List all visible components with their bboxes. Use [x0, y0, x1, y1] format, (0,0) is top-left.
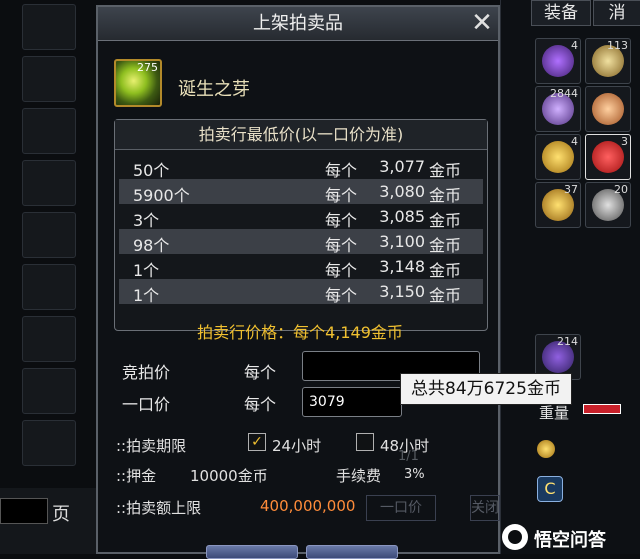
- buyout-price-input[interactable]: 3079: [302, 387, 402, 417]
- cancel-button[interactable]: [306, 545, 398, 559]
- tab-equipment[interactable]: 装备: [531, 0, 591, 26]
- watermark-text: 悟空问答: [534, 530, 606, 551]
- watermark: 悟空问答: [502, 520, 640, 554]
- limit-value: 400,000,000: [260, 497, 356, 515]
- item-stack-count: 275: [137, 61, 158, 74]
- weight-label: 重量: [539, 404, 570, 422]
- gold-coin-icon: [537, 440, 555, 458]
- lowest-price-table: 拍卖行最低价(以一口价为准) 50个 每个 3,077 金币 5900个 每个 3,080…: [114, 119, 488, 331]
- fee-label: 手续费: [336, 467, 382, 485]
- bg-slot: [22, 160, 76, 206]
- bg-slot: [22, 316, 76, 362]
- table-row: 50个 每个 3,077 金币: [133, 157, 462, 180]
- inventory-slot[interactable]: 4: [535, 134, 581, 180]
- deposit-value: 10000金币: [190, 467, 268, 485]
- table-header: 拍卖行最低价(以一口价为准): [115, 120, 487, 150]
- table-row: 5900个 每个 3,080 金币: [119, 179, 483, 205]
- title-bar: 上架拍卖品 ✕: [98, 7, 498, 41]
- item-icon: 275: [114, 59, 162, 107]
- bg-slot: [22, 108, 76, 154]
- inventory-panel: 装备 消 4 113 2844 4 3 37 20 214 重量 C: [500, 0, 640, 554]
- bid-label: 竞拍价: [122, 363, 171, 382]
- bg-slot: [22, 4, 76, 50]
- limit-label: ::拍卖额上限: [116, 499, 202, 517]
- inventory-slot[interactable]: 2844: [535, 86, 581, 132]
- bg-slot: [22, 212, 76, 258]
- table-row: 1个 每个 3,150 金币: [119, 279, 483, 305]
- inventory-slot[interactable]: 113: [585, 38, 631, 84]
- buyout-button-behind: 一口价: [366, 495, 436, 521]
- inventory-slot[interactable]: [585, 86, 631, 132]
- dialog-title: 上架拍卖品: [253, 13, 343, 34]
- buyout-label: 一口价: [122, 395, 171, 414]
- duration-24h-label: 24小时: [272, 437, 322, 455]
- bid-each-label: 每个: [244, 363, 277, 382]
- buyout-each-label: 每个: [244, 395, 277, 414]
- bg-slot: [22, 368, 76, 414]
- currency-icon[interactable]: C: [537, 476, 563, 502]
- confirm-button[interactable]: [206, 545, 298, 559]
- bg-slot: [22, 420, 76, 466]
- table-row: 1个 每个 3,148 金币: [133, 257, 462, 280]
- bg-slot: [22, 56, 76, 102]
- close-button-behind: 关闭: [470, 495, 500, 521]
- bg-slot: [22, 264, 76, 310]
- weight-bar: [583, 404, 621, 414]
- duration-48h-checkbox[interactable]: [356, 433, 374, 451]
- fee-value: 3%: [404, 467, 425, 482]
- inventory-slot[interactable]: 4: [535, 38, 581, 84]
- list-item-dialog: 上架拍卖品 ✕ 275 诞生之芽 拍卖行最低价(以一口价为准) 50个 每个 3,0…: [96, 5, 572, 559]
- inventory-slot[interactable]: 37: [535, 182, 581, 228]
- page-fraction-behind: 1/1: [398, 449, 419, 464]
- tab-consumables[interactable]: 消: [593, 0, 640, 26]
- item-name: 诞生之芽: [178, 79, 250, 100]
- deposit-label: ::押金: [116, 467, 157, 485]
- page-input[interactable]: [0, 498, 48, 524]
- table-row: 98个 每个 3,100 金币: [119, 229, 483, 255]
- total-price-tooltip: 总共84万6725金币: [400, 373, 572, 405]
- duration-24h-checkbox[interactable]: ✓: [248, 433, 266, 451]
- close-icon[interactable]: ✕: [468, 9, 496, 37]
- inventory-slot[interactable]: 3: [585, 134, 631, 180]
- table-row: 3个 每个 3,085 金币: [133, 207, 462, 230]
- page-label: 页: [52, 504, 70, 525]
- watermark-logo-icon: [502, 524, 528, 550]
- market-price: 拍卖行价格：每个4,149金币: [197, 323, 403, 342]
- inventory-slot[interactable]: 20: [585, 182, 631, 228]
- duration-label: ::拍卖期限: [116, 437, 187, 455]
